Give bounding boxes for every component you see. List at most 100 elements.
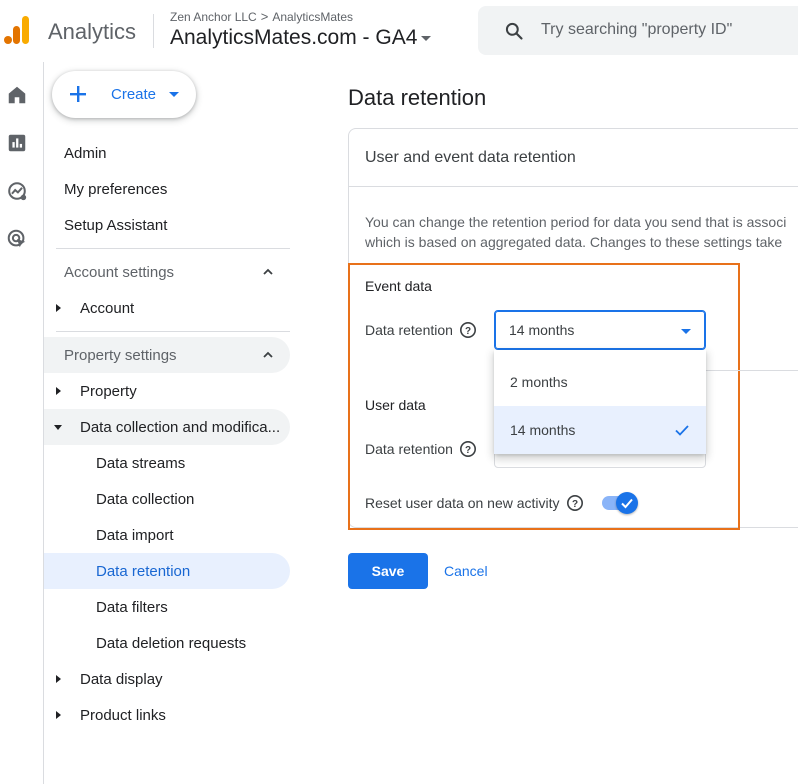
chevron-up-icon	[263, 351, 273, 358]
option-label: 2 months	[510, 374, 568, 390]
dropdown-option-2-months[interactable]: 2 months	[494, 358, 706, 406]
caret-down-icon[interactable]	[169, 92, 179, 97]
app-name: Analytics	[48, 19, 137, 44]
nav-data-collection-modification-label: Data collection and modifica...	[80, 418, 281, 436]
nav-setup-assistant-label: Setup Assistant	[64, 216, 168, 234]
caret-down-icon	[421, 35, 432, 41]
plus-icon	[70, 86, 86, 102]
nav-account[interactable]: Account	[44, 290, 290, 326]
user-retention-field: Data retention ?	[365, 440, 477, 458]
reset-user-data-toggle[interactable]	[602, 492, 638, 514]
analytics-logo-icon[interactable]	[4, 16, 30, 46]
search-icon	[505, 22, 523, 40]
nav-account-label: Account	[80, 299, 135, 317]
event-retention-field: Data retention ?	[365, 321, 477, 339]
nav-divider	[56, 331, 290, 332]
user-retention-label: Data retention	[365, 441, 453, 457]
reports-icon[interactable]	[6, 132, 28, 154]
reset-user-data-label: Reset user data on new activity	[365, 495, 560, 511]
create-label: Create	[111, 86, 157, 103]
event-data-heading: Event data	[365, 278, 432, 294]
nav-section-account-settings[interactable]: Account settings	[44, 254, 290, 290]
header-divider	[153, 14, 154, 48]
nav-data-deletion-requests-label: Data deletion requests	[96, 634, 247, 652]
nav-data-retention-label: Data retention	[96, 562, 191, 580]
expand-arrow-icon	[56, 675, 61, 683]
expand-arrow-icon	[56, 711, 61, 719]
nav-data-filters[interactable]: Data filters	[44, 589, 290, 625]
nav-data-collection[interactable]: Data collection	[44, 481, 290, 517]
nav-property[interactable]: Property	[44, 373, 290, 409]
nav-data-import-label: Data import	[96, 526, 174, 544]
nav-my-preferences[interactable]: My preferences	[44, 171, 290, 207]
toggle-knob	[616, 492, 638, 514]
nav-data-retention[interactable]: Data retention	[44, 553, 290, 589]
event-retention-value: 14 months	[509, 322, 575, 338]
home-icon[interactable]	[6, 84, 28, 106]
page-title: Data retention	[348, 85, 487, 110]
explore-icon[interactable]	[6, 180, 28, 202]
nav-property-label: Property	[80, 382, 137, 400]
create-button[interactable]: Create	[52, 71, 196, 118]
nav-divider	[56, 248, 290, 249]
nav-data-filters-label: Data filters	[96, 598, 168, 616]
top-bar: Analytics Zen Anchor LLC > AnalyticsMate…	[0, 0, 798, 62]
account-settings-label: Account settings	[64, 263, 175, 281]
nav-data-streams-label: Data streams	[96, 454, 186, 472]
description-line: You can change the retention period for …	[365, 214, 787, 230]
event-retention-label: Data retention	[365, 322, 453, 338]
left-rail	[0, 62, 44, 784]
check-icon	[621, 498, 633, 509]
help-icon[interactable]: ?	[459, 440, 477, 458]
nav-data-streams[interactable]: Data streams	[44, 445, 290, 481]
property-settings-label: Property settings	[64, 346, 177, 364]
retention-dropdown-menu: 2 months 14 months	[494, 350, 706, 454]
expand-arrow-icon	[56, 304, 61, 312]
property-name: AnalyticsMates.com - GA4	[170, 26, 418, 49]
main-content: Data retention User and event data reten…	[296, 62, 798, 784]
search-bar[interactable]: Try searching "property ID"	[478, 6, 798, 55]
check-icon	[675, 425, 689, 436]
chevron-up-icon	[263, 268, 273, 275]
chevron-right-icon: >	[260, 9, 269, 24]
user-data-heading: User data	[365, 397, 426, 413]
help-icon[interactable]: ?	[566, 494, 584, 512]
save-button[interactable]: Save	[348, 553, 428, 589]
cancel-button[interactable]: Cancel	[444, 553, 488, 589]
nav-data-display[interactable]: Data display	[44, 661, 290, 697]
nav-product-links-label: Product links	[80, 706, 166, 724]
collapse-arrow-icon	[54, 425, 62, 430]
nav-data-deletion-requests[interactable]: Data deletion requests	[44, 625, 290, 661]
advertising-icon[interactable]	[6, 228, 28, 250]
nav-data-display-label: Data display	[80, 670, 163, 688]
nav-data-collection-modification[interactable]: Data collection and modifica...	[44, 409, 290, 445]
nav-product-links[interactable]: Product links	[44, 697, 290, 733]
dropdown-arrow-icon	[681, 329, 691, 334]
nav-data-import[interactable]: Data import	[44, 517, 290, 553]
nav-data-collection-label: Data collection	[96, 490, 195, 508]
search-input[interactable]: Try searching "property ID"	[541, 21, 732, 39]
nav-setup-assistant[interactable]: Setup Assistant	[44, 207, 290, 243]
nav-admin[interactable]: Admin	[44, 135, 290, 171]
nav-section-property-settings[interactable]: Property settings	[44, 337, 290, 373]
nav-admin-label: Admin	[64, 144, 107, 162]
card-title: User and event data retention	[365, 149, 576, 166]
property-selector[interactable]: AnalyticsMates.com - GA4	[170, 26, 432, 50]
option-label: 14 months	[510, 422, 576, 438]
svg-text:?: ?	[465, 326, 471, 337]
svg-text:?: ?	[465, 445, 471, 456]
breadcrumb-account[interactable]: Zen Anchor LLC	[170, 10, 257, 24]
breadcrumb-property[interactable]: AnalyticsMates	[272, 10, 353, 24]
expand-arrow-icon	[56, 387, 61, 395]
breadcrumb[interactable]: Zen Anchor LLC > AnalyticsMates	[170, 9, 353, 24]
event-retention-select[interactable]: 14 months	[494, 310, 706, 350]
help-icon[interactable]: ?	[459, 321, 477, 339]
description: You can change the retention period for …	[365, 212, 786, 252]
reset-user-data-field: Reset user data on new activity ?	[365, 494, 584, 512]
admin-nav: Create Admin My preferences Setup Assist…	[44, 62, 296, 784]
dropdown-option-14-months[interactable]: 14 months	[494, 406, 706, 454]
description-line: which is based on aggregated data. Chang…	[365, 234, 783, 250]
nav-my-preferences-label: My preferences	[64, 180, 168, 198]
card-divider	[349, 186, 798, 187]
svg-text:?: ?	[571, 499, 577, 510]
